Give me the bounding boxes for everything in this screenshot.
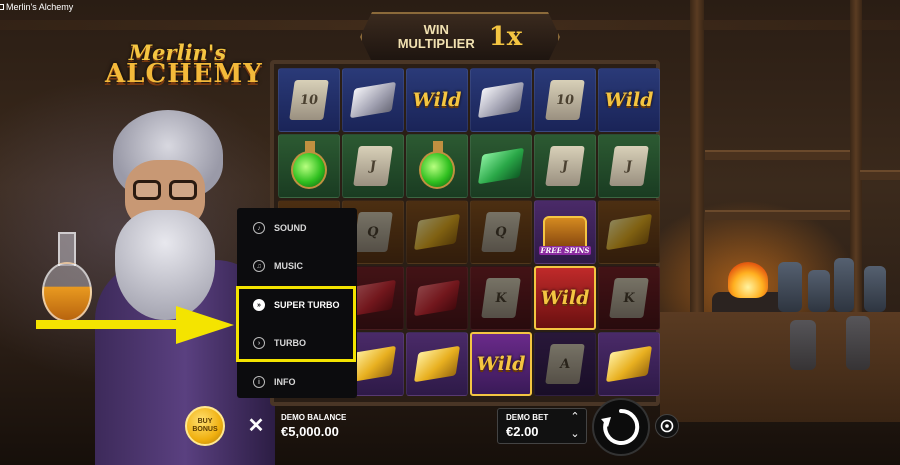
scroll-symbol-icon: J	[609, 146, 649, 186]
fire	[728, 262, 768, 298]
wild-symbol: Wild	[604, 89, 654, 111]
bet-value: €2.00	[506, 424, 539, 439]
scroll-symbol-icon: Q	[481, 212, 521, 252]
reel-cell	[470, 68, 532, 132]
scroll-symbol-icon: J	[545, 146, 585, 186]
reel-cell: J	[342, 134, 404, 198]
reel-cell: Wild	[534, 266, 596, 330]
gold-bar-icon	[605, 345, 653, 383]
spin-button[interactable]	[592, 398, 650, 456]
scroll-symbol-icon: A	[545, 344, 585, 384]
red-bar-icon	[413, 279, 461, 317]
reel-cell: A	[534, 332, 596, 396]
reel-cell: 10	[534, 68, 596, 132]
reel-cell	[470, 134, 532, 198]
reel-cell	[406, 332, 468, 396]
reel-cell: K	[470, 266, 532, 330]
bet-increase-button[interactable]: ⌃	[568, 411, 582, 423]
win-multiplier-panel: WIN MULTIPLIER 1x	[360, 12, 560, 62]
scroll-symbol-icon: Q	[353, 212, 393, 252]
treasure-chest-icon	[543, 216, 587, 248]
reel-cell: J	[534, 134, 596, 198]
scroll-symbol-icon: K	[481, 278, 521, 318]
menu-item-label: SOUND	[274, 223, 307, 233]
window-title: Merlin's Alchemy	[6, 2, 74, 12]
menu-item-info[interactable]: i INFO	[237, 363, 357, 401]
silver-bar-icon	[349, 81, 397, 119]
balance-value: €5,000.00	[281, 424, 339, 439]
reel-cell	[278, 134, 340, 198]
gold-bar-icon	[413, 213, 461, 251]
menu-item-label: MUSIC	[274, 261, 303, 271]
reel-cell: K	[598, 266, 660, 330]
reel-cell	[598, 200, 660, 264]
scroll-symbol-icon: K	[609, 278, 649, 318]
game-logo: Merlin's ALCHEMY	[105, 40, 263, 89]
autoplay-button[interactable]	[655, 414, 679, 438]
bet-decrease-button[interactable]: ⌄	[568, 428, 582, 440]
logo-line2: ALCHEMY	[105, 59, 263, 89]
free-spins-label: FREE SPINS	[539, 246, 591, 255]
scroll-symbol-icon: J	[353, 146, 393, 186]
menu-item-music[interactable]: ♫ MUSIC	[237, 247, 357, 285]
reel-cell: FREE SPINS	[534, 200, 596, 264]
green-potion-icon	[291, 141, 327, 189]
reel-cell	[406, 266, 468, 330]
gold-bar-icon	[413, 345, 461, 383]
reel-cell: J	[598, 134, 660, 198]
scroll-symbol-icon: 10	[289, 80, 329, 120]
reel-cell	[406, 134, 468, 198]
bet-label: DEMO BET	[506, 413, 549, 422]
reel-cell	[406, 200, 468, 264]
menu-item-label: INFO	[274, 377, 296, 387]
turbo-options-highlight	[236, 286, 356, 362]
spin-icon	[601, 408, 640, 445]
reel-cell: Q	[470, 200, 532, 264]
green-gem-icon	[477, 147, 525, 185]
reel-cell: 10	[278, 68, 340, 132]
silver-bar-icon	[477, 81, 525, 119]
info-icon: i	[253, 376, 265, 388]
wild-symbol: Wild	[540, 287, 590, 309]
autoplay-icon	[660, 419, 674, 433]
window-titlebar: Merlin's Alchemy	[0, 0, 73, 14]
reel-cell	[342, 68, 404, 132]
annotation-arrow-icon	[36, 306, 234, 344]
gold-bar-icon	[605, 213, 653, 251]
menu-item-sound[interactable]: ♪ SOUND	[237, 209, 357, 247]
green-potion-icon	[419, 141, 455, 189]
scroll-symbol-icon: 10	[545, 80, 585, 120]
win-multiplier-value: 1x	[488, 22, 523, 52]
wild-symbol: Wild	[476, 353, 526, 375]
reel-cell: Wild	[598, 68, 660, 132]
window-icon	[0, 4, 4, 10]
sound-icon: ♪	[253, 222, 265, 234]
wild-symbol: Wild	[412, 89, 462, 111]
reel-cell: Wild	[470, 332, 532, 396]
close-menu-button[interactable]: ✕	[246, 415, 266, 437]
balance-label: DEMO BALANCE	[281, 413, 347, 422]
win-multiplier-label: WIN MULTIPLIER	[397, 22, 475, 51]
music-icon: ♫	[253, 260, 265, 272]
reel-cell: Wild	[406, 68, 468, 132]
buy-bonus-button[interactable]: BUY BONUS	[185, 406, 225, 446]
reel-cell	[598, 332, 660, 396]
